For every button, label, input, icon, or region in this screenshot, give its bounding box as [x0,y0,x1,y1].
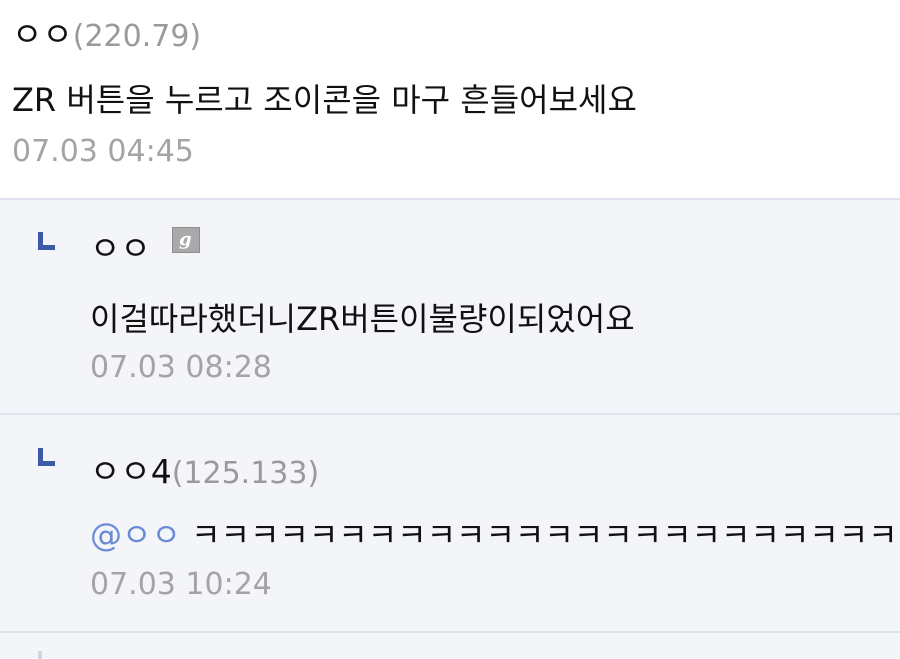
reply-arrow-icon [38,232,55,250]
reply-header: ㅇㅇ4(125.133) [90,445,319,493]
reply-item: ㅇㅇ4(125.133) @ㅇㅇ ㅋㅋㅋㅋㅋㅋㅋㅋㅋㅋㅋㅋㅋㅋㅋㅋㅋㅋㅋㅋㅋㅋㅋ… [0,413,900,631]
reply-timestamp: 07.03 10:24 [90,567,272,602]
reply-author[interactable]: ㅇㅇ [90,229,151,268]
comment-author[interactable]: ㅇㅇ [12,15,73,54]
comment-header: ㅇㅇ(220.79) [12,8,201,56]
reply-author[interactable]: ㅇㅇ4 [90,452,172,491]
reply-header: ㅇㅇ [90,222,151,270]
comment-timestamp: 07.03 04:45 [12,134,194,169]
reply-item: ㅇㅇ g 이걸따라했더니ZR버튼이불량이되었어요 07.03 08:28 [0,198,900,413]
comment-text: ZR 버튼을 누르고 조이콘을 마구 흔들어보세요 [12,81,637,119]
gallog-icon[interactable]: g [172,227,200,253]
comment-item: ㅇㅇ(220.79) ZR 버튼을 누르고 조이콘을 마구 흔들어보세요 07.… [0,0,900,198]
reply-body: @ㅇㅇ ㅋㅋㅋㅋㅋㅋㅋㅋㅋㅋㅋㅋㅋㅋㅋㅋㅋㅋㅋㅋㅋㅋㅋㅋㅋ [90,510,900,556]
reply-text: ㅋㅋㅋㅋㅋㅋㅋㅋㅋㅋㅋㅋㅋㅋㅋㅋㅋㅋㅋㅋㅋㅋㅋㅋㅋ [191,516,900,554]
reply-ip: (125.133) [171,456,320,491]
next-reply-item [0,631,900,659]
reply-arrow-icon [38,448,55,466]
reply-text: 이걸따라했더니ZR버튼이불량이되었어요 [90,300,635,338]
mention-link[interactable]: @ㅇㅇ [90,516,181,554]
reply-timestamp: 07.03 08:28 [90,350,272,385]
comment-ip: (220.79) [72,19,202,54]
